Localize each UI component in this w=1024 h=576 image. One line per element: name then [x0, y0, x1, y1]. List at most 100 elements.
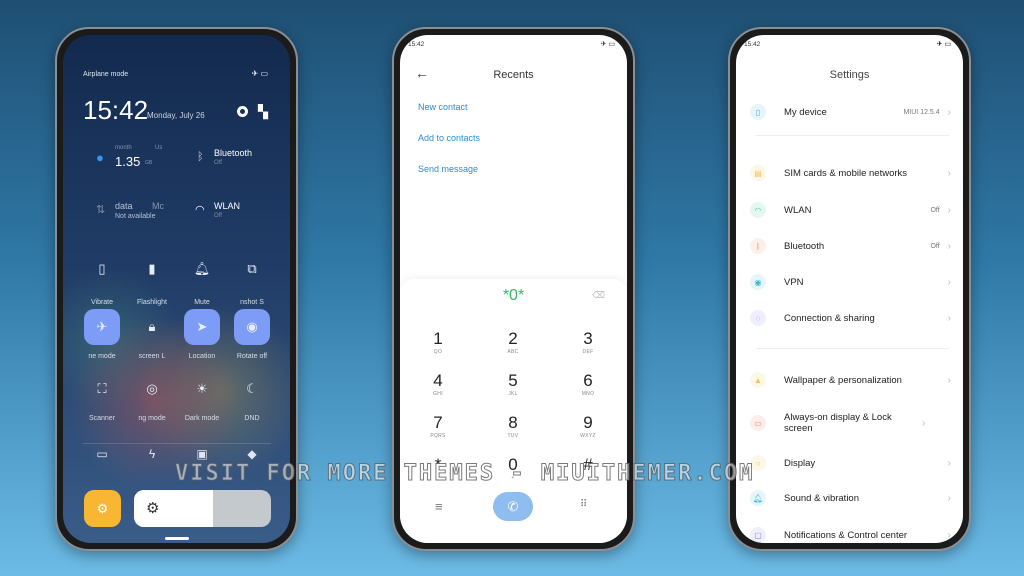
- tile-label: ne mode: [88, 353, 116, 360]
- key-digit: 7: [433, 413, 443, 432]
- tile-bell[interactable]: 🔔︎ Mute: [177, 251, 227, 306]
- tile-label: screen L: [138, 353, 166, 360]
- key-9[interactable]: 9 WXYZ: [558, 413, 618, 439]
- key-3[interactable]: 3 DEF: [558, 329, 618, 355]
- settings-item-wallpaper-personalization[interactable]: ▲ Wallpaper & personalization ›: [750, 370, 951, 390]
- key-letters: WXYZ: [580, 433, 596, 439]
- key-letters: QO: [433, 349, 443, 355]
- key-8[interactable]: 8 TUV: [483, 413, 543, 439]
- tile-lock[interactable]: 🔒︎ screen L: [127, 309, 177, 360]
- key-letters: JKL: [508, 391, 518, 397]
- bolt-icon[interactable]: ϟ: [127, 447, 177, 461]
- tile-label: Location: [188, 353, 216, 360]
- bluetooth-tile[interactable]: ᛒ Bluetooth Off: [193, 145, 283, 195]
- wallpaper-icon: ▲: [750, 372, 766, 388]
- clock: 15:42: [83, 95, 149, 125]
- chevron-right-icon: ›: [947, 204, 951, 216]
- key-digit: 8: [508, 413, 518, 432]
- settings-item-bluetooth[interactable]: ᛒ Bluetooth Off ›: [750, 236, 951, 256]
- tile-eye[interactable]: ◎ ng mode: [127, 371, 177, 422]
- flashlight-icon: ▮: [148, 261, 156, 276]
- menu-icon[interactable]: ≡: [435, 499, 443, 514]
- edit-grid-icon[interactable]: ▚: [258, 105, 268, 118]
- home-indicator: [165, 537, 189, 540]
- brightness-slider[interactable]: ⚙: [134, 490, 271, 527]
- mobile-data-tile[interactable]: ⇅ data Mc Not available: [93, 199, 183, 239]
- item-label: Notifications & Control center: [784, 529, 908, 541]
- key-5[interactable]: 5 JKL: [483, 371, 543, 397]
- item-label: Always-on display & Lock screen: [784, 412, 892, 434]
- date: Monday, July 26: [147, 111, 205, 120]
- tile-label: Vibrate: [90, 299, 114, 306]
- airplane-icon: ✈: [84, 309, 120, 345]
- key-digit: 5: [508, 371, 518, 390]
- settings-item-my-device[interactable]: ▯ My device MIUI 12.5.4 ›: [750, 102, 951, 122]
- watermark: VISIT FOR MORE THEMES - MIUITHEMER.COM: [174, 461, 755, 487]
- key-letters: PQRS: [430, 433, 446, 439]
- item-value: Off: [930, 206, 940, 214]
- key-letters: GHI: [433, 391, 443, 397]
- brightness-gear-icon: ⚙: [146, 500, 160, 517]
- tile-moon[interactable]: ☾ DND: [227, 371, 277, 422]
- chevron-right-icon: ›: [947, 492, 951, 504]
- tile-vibrate[interactable]: ▯ Vibrate: [77, 251, 127, 306]
- status-text: Airplane mode: [83, 71, 129, 78]
- cast-icon[interactable]: ▣: [177, 447, 227, 461]
- send-message-link[interactable]: Send message: [418, 164, 478, 174]
- tile-screenshot[interactable]: ⧉ nshot S: [227, 251, 277, 306]
- item-label: VPN: [784, 276, 804, 288]
- tile-rotate-lock[interactable]: ◉ Rotate off: [227, 309, 277, 360]
- data-unit: GB: [145, 160, 153, 166]
- page-title: Recents: [493, 69, 534, 81]
- key-4[interactable]: 4 GHI: [408, 371, 468, 397]
- code-icon[interactable]: ◆: [227, 447, 277, 461]
- key-digit: 4: [433, 371, 443, 390]
- screenshot-icon: ⧉: [247, 261, 257, 276]
- settings-ring-icon[interactable]: [237, 106, 248, 117]
- status-time: 15:42: [408, 41, 425, 48]
- bluetooth-state: Off: [214, 160, 222, 166]
- connection-icon: ◌: [750, 310, 766, 326]
- auto-brightness-button[interactable]: ⚙: [84, 490, 121, 527]
- dialpad-toggle-icon[interactable]: ⠿: [580, 499, 587, 510]
- item-value: MIUI 12.5.4: [903, 108, 940, 116]
- tile-location[interactable]: ➤ Location: [177, 309, 227, 360]
- new-contact-link[interactable]: New contact: [418, 102, 468, 112]
- key-digit: 6: [583, 371, 593, 390]
- settings-item-always-on-display-lock-screen[interactable]: ▭ Always-on display & Lock screen ›: [750, 410, 951, 436]
- add-to-contacts-link[interactable]: Add to contacts: [418, 133, 480, 143]
- settings-item-connection-sharing[interactable]: ◌ Connection & sharing ›: [750, 308, 951, 328]
- chevron-right-icon: ›: [947, 276, 951, 288]
- wlan-tile[interactable]: ◠ WLAN Off: [193, 199, 283, 239]
- lock-icon: 🔒︎: [148, 319, 156, 334]
- item-label: WLAN: [784, 204, 812, 216]
- data-usage-tile[interactable]: ● month Us 1.35 GB: [93, 145, 183, 195]
- settings-item-vpn[interactable]: ◉ VPN ›: [750, 272, 951, 292]
- tile-flashlight[interactable]: ▮ Flashlight: [127, 251, 177, 306]
- chevron-right-icon: ›: [947, 106, 951, 118]
- settings-screen: 15:42 ✈ ▭ Settings ▯ My device MIUI 12.5.4…: [736, 35, 963, 543]
- key-2[interactable]: 2 ABC: [483, 329, 543, 355]
- backspace-icon[interactable]: ⌫: [592, 290, 605, 301]
- settings-item-sim-cards-mobile-networks[interactable]: ▤ SIM cards & mobile networks ›: [750, 163, 951, 183]
- key-6[interactable]: 6 MNO: [558, 371, 618, 397]
- eye-icon: ◎: [146, 381, 158, 396]
- chevron-right-icon: ›: [947, 312, 951, 324]
- tile-airplane[interactable]: ✈ ne mode: [77, 309, 127, 360]
- bluetooth-icon: ᛒ: [750, 238, 766, 254]
- wlan-state: Off: [214, 213, 222, 219]
- location-icon: ➤: [184, 309, 220, 345]
- settings-item-display[interactable]: ○ Display ›: [750, 453, 951, 473]
- data-label-b: Us: [155, 145, 163, 151]
- key-7[interactable]: 7 PQRS: [408, 413, 468, 439]
- item-label: SIM cards & mobile networks: [784, 167, 908, 179]
- battery-saver-icon[interactable]: ▭: [77, 447, 127, 461]
- settings-item-notifications-control-center[interactable]: ▢ Notifications & Control center ›: [750, 525, 951, 543]
- call-button[interactable]: ✆: [493, 492, 533, 521]
- key-1[interactable]: 1 QO: [408, 329, 468, 355]
- tile-sun[interactable]: ☀ Dark mode: [177, 371, 227, 422]
- tile-label: ng mode: [138, 415, 166, 422]
- settings-item-wlan[interactable]: ◠ WLAN Off ›: [750, 200, 951, 220]
- tile-scanner[interactable]: ⛶ Scanner: [77, 371, 127, 422]
- settings-item-sound-vibration[interactable]: 🔔︎ Sound & vibration ›: [750, 488, 951, 508]
